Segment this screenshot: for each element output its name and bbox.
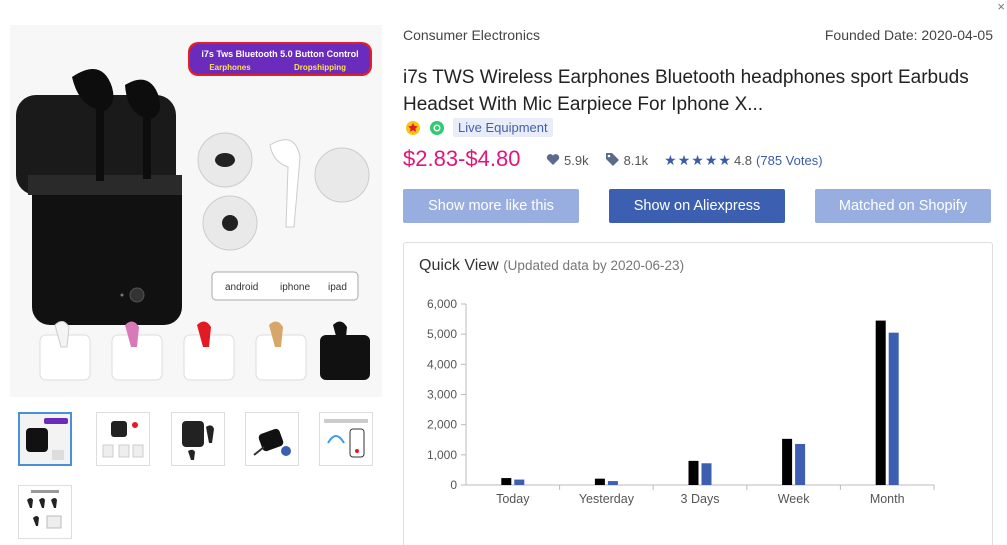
thumbnail-2[interactable] (96, 412, 150, 466)
close-icon[interactable]: × (997, 0, 1005, 13)
platform-ipad: ipad (328, 282, 347, 293)
badge-row: Live Equipment (405, 118, 553, 137)
platform-android: android (225, 282, 258, 293)
bar-series-b (795, 443, 806, 485)
sales-bar-chart: 0 1,000 2,000 3,000 4,000 5,000 6,000 Today Yest… (427, 297, 935, 506)
likes-stat: 5.9k (546, 153, 589, 169)
earphones-illustration: i7s Tws Bluetooth 5.0 Button Control Ear… (10, 25, 382, 397)
y-tick-label: 1,000 (427, 448, 457, 462)
bar-series-b (514, 479, 525, 485)
product-main-image: i7s Tws Bluetooth 5.0 Button Control Ear… (10, 25, 382, 397)
banner-line-2a: Earphones (209, 63, 251, 72)
heart-icon (546, 153, 560, 169)
bar-series-b (888, 332, 899, 485)
votes-count: (785 Votes) (756, 153, 823, 168)
live-equipment-tag: Live Equipment (453, 118, 553, 137)
star-icon: ★ (664, 152, 677, 168)
star-icon: ★ (718, 152, 731, 168)
rating-value: 4.8 (733, 153, 753, 168)
orders-count: 8.1k (623, 153, 649, 168)
x-tick-label: Month (870, 492, 905, 506)
medal-icon (405, 120, 421, 136)
y-tick-label: 0 (450, 478, 457, 492)
platform-iphone: iphone (280, 282, 310, 293)
star-icon: ★ (704, 152, 718, 168)
thumbnail-3[interactable] (171, 412, 225, 466)
founded-date: Founded Date: 2020-04-05 (824, 27, 993, 43)
tag-icon (605, 152, 620, 169)
likes-count: 5.9k (564, 153, 589, 168)
orders-stat: 8.1k (605, 152, 649, 169)
x-tick-label: Yesterday (579, 492, 635, 506)
bar-series-a (594, 478, 605, 485)
rating-stars: ★ ★ ★ ★ ★ (664, 152, 731, 169)
banner-line-2b: Dropshipping (294, 63, 346, 72)
thumbnail-1[interactable] (18, 412, 72, 466)
thumbnail-5[interactable] (319, 412, 373, 466)
star-icon: ★ (691, 152, 704, 168)
show-more-like-this-button[interactable]: Show more like this (403, 189, 579, 223)
show-on-aliexpress-button[interactable]: Show on Aliexpress (609, 189, 785, 223)
x-tick-label: Today (496, 492, 530, 506)
matched-on-shopify-button[interactable]: Matched on Shopify (815, 189, 991, 223)
price-range: $2.83-$4.80 (403, 146, 521, 171)
thumbnail-4[interactable] (245, 412, 299, 466)
x-tick-label: Week (778, 492, 810, 506)
bar-series-a (501, 478, 512, 485)
bar-series-a (782, 438, 793, 485)
y-tick-label: 5,000 (427, 327, 457, 341)
y-tick-label: 2,000 (427, 418, 457, 432)
y-tick-label: 3,000 (427, 388, 457, 402)
product-stats: 5.9k 8.1k ★ ★ ★ ★ ★ 4.8 (785 Votes) (546, 152, 823, 169)
bar-series-a (875, 320, 886, 485)
bar-series-b (701, 463, 712, 485)
bar-series-b (607, 481, 618, 485)
bar-series-a (688, 460, 699, 485)
y-tick-label: 4,000 (427, 357, 457, 371)
product-category: Consumer Electronics (403, 27, 540, 43)
thumbnail-6[interactable] (18, 485, 72, 539)
star-icon: ★ (677, 152, 691, 168)
y-tick-label: 6,000 (427, 297, 457, 311)
live-status-icon (429, 120, 445, 136)
product-title: i7s TWS Wireless Earphones Bluetooth hea… (403, 67, 969, 115)
quick-view-panel: Quick View (Updated data by 2020-06-23) … (403, 242, 993, 545)
banner-line-1: i7s Tws Bluetooth 5.0 Button Control (201, 49, 358, 59)
x-tick-label: 3 Days (681, 492, 720, 506)
